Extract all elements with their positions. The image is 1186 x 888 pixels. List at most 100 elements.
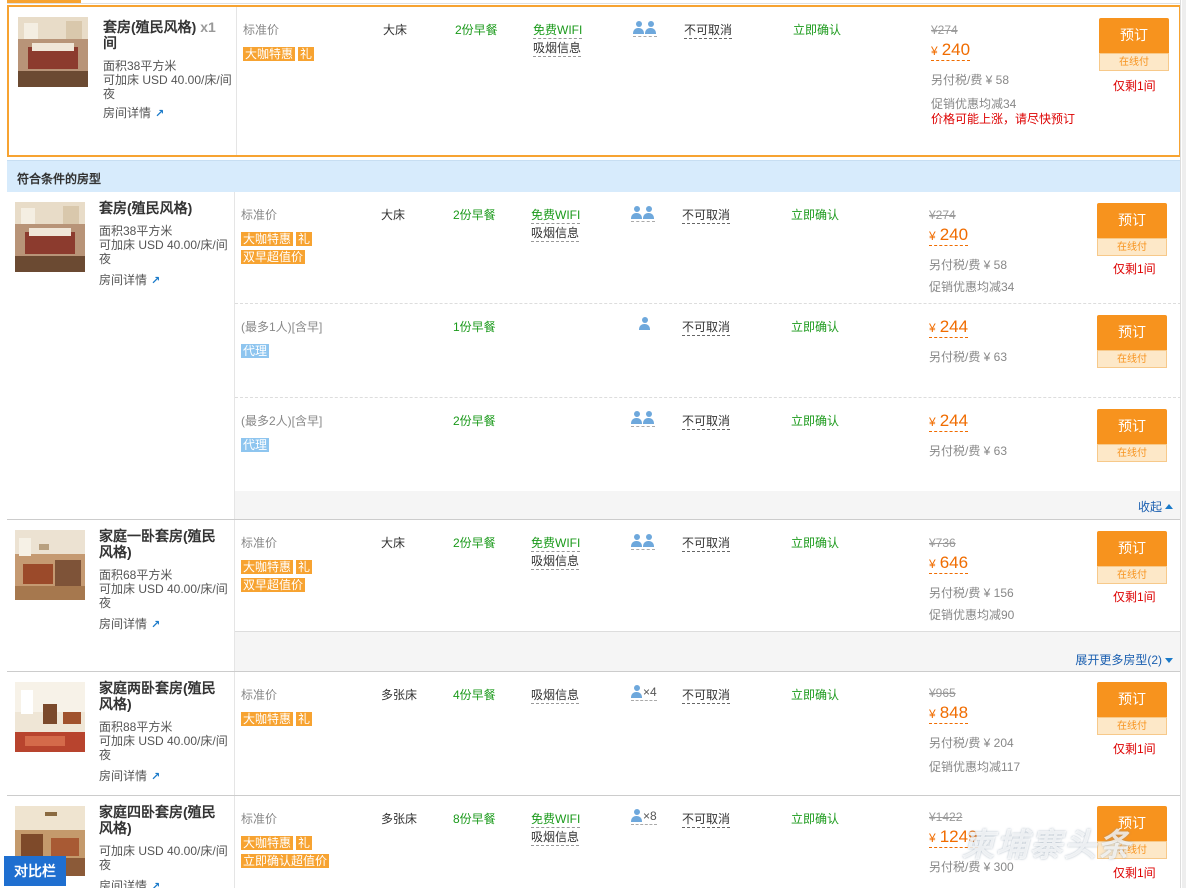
cancel-policy[interactable]: 不可取消 [684, 21, 733, 39]
book-button[interactable]: 预订 在线付 [1097, 531, 1167, 586]
guests-icon[interactable] [633, 21, 657, 37]
confirm-type: 立即确认 [791, 208, 840, 222]
cancel-policy[interactable]: 不可取消 [682, 810, 731, 828]
room-name[interactable]: 套房(殖民风格) [99, 200, 229, 216]
collapse-bar: 收起 [235, 491, 1180, 519]
room-thumbnail[interactable] [15, 682, 85, 752]
price[interactable]: ¥240 [931, 41, 971, 61]
compare-bar-button[interactable]: 对比栏 [4, 856, 66, 886]
room-detail-link[interactable]: 房间详情 ↗ [99, 271, 160, 288]
confirm-type: 立即确认 [791, 812, 840, 826]
room-row: 家庭一卧套房(殖民风格) 面积68平方米 可加床 USD 40.00/床/间夜 … [7, 520, 1180, 672]
room-detail-link[interactable]: 房间详情 ↗ [103, 104, 164, 121]
book-button[interactable]: 预订 在线付 [1097, 315, 1167, 370]
tag-value: 双早超值价 [241, 578, 306, 592]
book-button[interactable]: 预订 在线付 [1097, 682, 1167, 737]
tag-vip-deal: 大咖特惠 [241, 712, 294, 726]
expand-more-link[interactable]: 展开更多房型(2) [1075, 651, 1173, 668]
bed-type: 大床 [381, 536, 406, 550]
book-button[interactable]: 预订 在线付 [1099, 18, 1169, 73]
tax-fee: 另付税/费 ¥ 58 [931, 73, 1010, 87]
room-detail-link[interactable]: 房间详情 ↗ [99, 877, 160, 888]
collapse-link[interactable]: 收起 [1138, 498, 1173, 515]
external-arrow-icon: ↗ [151, 619, 161, 631]
price[interactable]: ¥848 [929, 704, 969, 724]
book-button[interactable]: 预订 在线付 [1097, 409, 1167, 464]
wifi-info[interactable]: 免费WIFI [533, 21, 583, 39]
price-warning: 价格可能上涨，请尽快预订 [931, 112, 1076, 126]
room-extra-bed: 可加床 USD 40.00/床/间夜 [99, 844, 228, 872]
smoking-info[interactable]: 吸烟信息 [531, 552, 580, 570]
book-button[interactable]: 预订 在线付 [1097, 203, 1167, 258]
rooms-left: 仅剩1间 [1113, 742, 1156, 756]
caret-up-icon [1165, 504, 1173, 509]
promo-tags: 大咖特惠礼 立即确认超值价 [241, 836, 332, 872]
plan-name: (最多1人)[含早] [241, 320, 323, 334]
plan-name: (最多2人)[含早] [241, 414, 323, 428]
guests-icon[interactable] [631, 411, 655, 427]
wifi-info[interactable]: 免费WIFI [531, 534, 581, 552]
room-extra-bed: 可加床 USD 40.00/床/间夜 [103, 73, 232, 101]
watermark: 柬埔寨头条 [962, 827, 1133, 863]
featured-plan: 标准价 大咖特惠礼 大床 2份早餐 免费WIFI 吸烟信息 不可取消 立即确认 … [237, 7, 1180, 155]
smoking-info[interactable]: 吸烟信息 [531, 224, 580, 242]
room-thumbnail[interactable] [15, 202, 85, 272]
room-area: 面积38平方米 [103, 59, 177, 73]
original-price: ¥965 [929, 686, 956, 700]
smoking-info[interactable]: 吸烟信息 [531, 686, 580, 704]
wifi-info[interactable]: 免费WIFI [531, 810, 581, 828]
price[interactable]: ¥244 [929, 412, 969, 432]
price[interactable]: ¥646 [929, 554, 969, 574]
tag-gift: 礼 [296, 712, 313, 726]
price[interactable]: ¥244 [929, 318, 969, 338]
cancel-policy[interactable]: 不可取消 [682, 206, 731, 224]
guests-icon[interactable]: ×8 [631, 809, 657, 825]
guests-icon[interactable] [631, 206, 655, 222]
cancel-policy[interactable]: 不可取消 [682, 412, 731, 430]
scrollbar[interactable] [1182, 0, 1186, 888]
tax-fee: 另付税/费 ¥ 58 [929, 258, 1008, 272]
smoking-info[interactable]: 吸烟信息 [533, 39, 582, 57]
room-qty: x1 [200, 19, 216, 35]
rate-plan: 标准价 大咖特惠礼 双早超值价 大床 2份早餐 免费WIFI 吸烟信息 不可取消… [235, 192, 1180, 303]
cancel-policy[interactable]: 不可取消 [682, 686, 731, 704]
tag-agent: 代理 [241, 438, 270, 452]
featured-room-row: 套房(殖民风格) x1 间 面积38平方米 可加床 USD 40.00/床/间夜 … [7, 5, 1180, 157]
room-detail-link[interactable]: 房间详情 ↗ [99, 767, 160, 784]
room-thumbnail[interactable] [15, 530, 85, 600]
room-area: 面积88平方米 [99, 720, 173, 734]
promo-discount: 促销优惠均减90 [929, 608, 1015, 622]
room-name[interactable]: 家庭两卧套房(殖民风格) [99, 680, 229, 712]
smoking-info[interactable]: 吸烟信息 [531, 828, 580, 846]
promo-tags: 大咖特惠礼 [241, 712, 315, 730]
tag-value: 双早超值价 [241, 250, 306, 264]
room-detail-link[interactable]: 房间详情 ↗ [99, 615, 160, 632]
tag-vip-deal: 大咖特惠 [243, 47, 296, 61]
room-name[interactable]: 家庭四卧套房(殖民风格) [99, 804, 229, 836]
price[interactable]: ¥240 [929, 226, 969, 246]
guest-icon[interactable] [639, 317, 651, 331]
rooms-left: 仅剩1间 [1113, 590, 1156, 604]
tag-vip-deal: 大咖特惠 [241, 836, 294, 850]
cancel-policy[interactable]: 不可取消 [682, 318, 731, 336]
room-row: 家庭两卧套房(殖民风格) 面积88平方米 可加床 USD 40.00/床/间夜 … [7, 672, 1180, 796]
room-list: 套房(殖民风格) x1 间 面积38平方米 可加床 USD 40.00/床/间夜 … [7, 0, 1181, 888]
tax-fee: 另付税/费 ¥ 63 [929, 350, 1008, 364]
plan-name: 标准价 [241, 536, 278, 550]
rate-plan: 标准价 大咖特惠礼 多张床 4份早餐 吸烟信息 ×4 不可取消 立即确认 ¥96… [235, 672, 1180, 796]
wifi-info[interactable]: 免费WIFI [531, 206, 581, 224]
breakfast: 1份早餐 [453, 320, 496, 334]
original-price: ¥1422 [929, 810, 963, 824]
expand-bar: 展开更多房型(2) [235, 631, 1180, 671]
room-extra-bed: 可加床 USD 40.00/床/间夜 [99, 238, 228, 266]
room-thumbnail[interactable] [18, 17, 88, 87]
guests-icon[interactable] [631, 534, 655, 550]
external-arrow-icon: ↗ [155, 108, 165, 120]
confirm-type: 立即确认 [791, 414, 840, 428]
guests-icon[interactable]: ×4 [631, 685, 657, 701]
room-name[interactable]: 套房(殖民风格) x1 间 [103, 19, 233, 51]
tag-gift: 礼 [296, 232, 313, 246]
promo-tags: 代理 [241, 344, 272, 362]
cancel-policy[interactable]: 不可取消 [682, 534, 731, 552]
room-name[interactable]: 家庭一卧套房(殖民风格) [99, 528, 229, 560]
